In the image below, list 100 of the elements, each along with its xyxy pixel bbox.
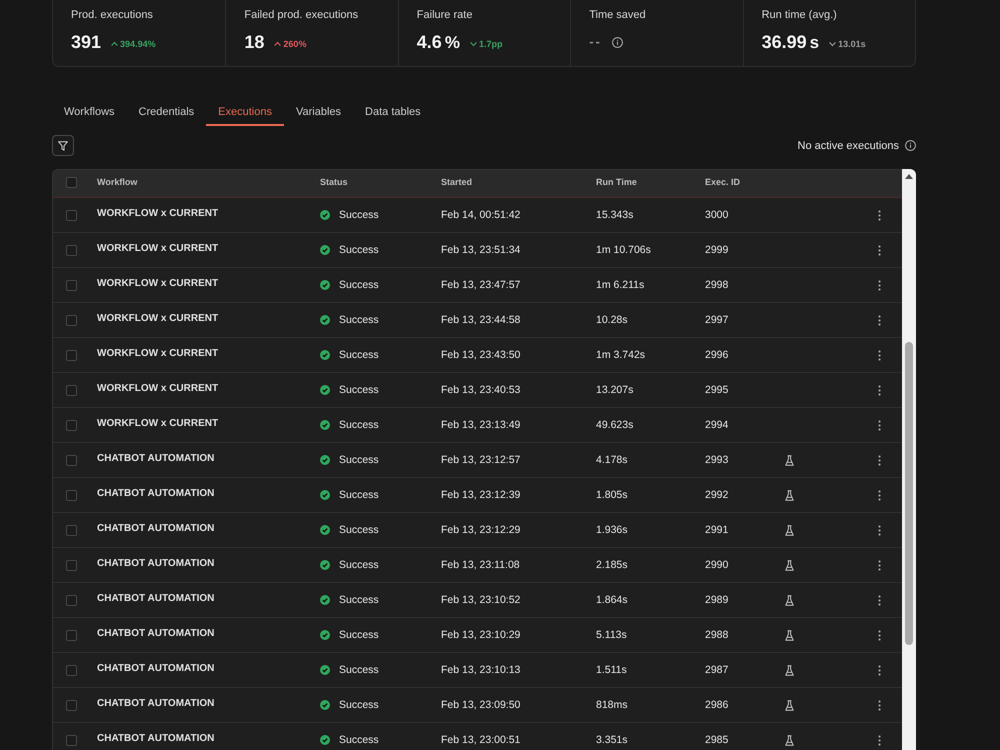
row-checkbox[interactable] (66, 280, 76, 290)
workflow-name: WORKFLOW x CURRENT (97, 418, 218, 429)
workflow-name: WORKFLOW x CURRENT (97, 278, 218, 289)
status-label: Success (339, 349, 379, 361)
more-options-icon[interactable] (878, 280, 881, 290)
workflow-name: CHATBOT AUTOMATION (97, 558, 214, 569)
workflow-name: WORKFLOW x CURRENT (97, 383, 218, 394)
workflow-name: CHATBOT AUTOMATION (97, 488, 214, 499)
started-time: Feb 13, 23:51:34 (441, 244, 520, 256)
trend-value: 1.7pp (478, 38, 502, 48)
workflow-name: WORKFLOW x CURRENT (97, 348, 218, 359)
column-header: Run Time (596, 177, 637, 187)
run-time: 1m 3.742s (596, 349, 646, 361)
tab[interactable]: Data tables (353, 100, 433, 126)
execution-id: 2986 (705, 699, 728, 711)
workflow-name: CHATBOT AUTOMATION (97, 698, 214, 709)
more-options-icon[interactable] (878, 314, 881, 326)
status-label: Success (339, 594, 379, 606)
tab[interactable]: Executions (206, 100, 284, 126)
stat-unit: % (444, 33, 460, 53)
execution-id: 2998 (705, 279, 728, 291)
stat-label: Prod. executions (71, 8, 154, 22)
tab[interactable]: Workflows (52, 100, 127, 126)
row-checkbox[interactable] (66, 594, 76, 606)
row-checkbox[interactable] (66, 490, 76, 500)
row-checkbox[interactable] (66, 244, 76, 256)
execution-id: 2985 (705, 734, 728, 746)
info-icon (612, 36, 623, 48)
execution-id: 2989 (705, 594, 728, 606)
row-checkbox[interactable] (66, 664, 76, 676)
workflow-name: WORKFLOW x CURRENT (97, 243, 218, 254)
scrollbar-thumb[interactable] (905, 342, 913, 645)
started-time: Feb 13, 23:11:08 (441, 559, 520, 571)
started-time: Feb 13, 23:43:50 (441, 349, 520, 361)
more-options-icon[interactable] (878, 524, 881, 536)
execution-id: 2997 (705, 314, 728, 326)
run-time: 1.511s (596, 664, 627, 676)
row-checkbox[interactable] (66, 384, 76, 396)
row-checkbox[interactable] (66, 210, 76, 220)
started-time: Feb 13, 23:10:13 (441, 664, 520, 676)
more-options-icon[interactable] (878, 594, 881, 606)
workflow-name: CHATBOT AUTOMATION (97, 593, 214, 604)
stat-value: 391 (71, 31, 102, 53)
row-checkbox[interactable] (66, 700, 76, 710)
tab[interactable]: Variables (284, 100, 354, 126)
row-checkbox[interactable] (66, 420, 76, 430)
more-options-icon[interactable] (878, 734, 881, 746)
workflow-name: CHATBOT AUTOMATION (97, 663, 214, 674)
run-time: 1.936s (596, 524, 628, 536)
row-checkbox[interactable] (66, 314, 76, 326)
started-time: Feb 13, 23:00:51 (441, 734, 520, 746)
run-time: 1.805s (596, 489, 628, 501)
run-time: 3.351s (596, 734, 628, 746)
info-icon (905, 140, 916, 151)
tab[interactable]: Credentials (126, 100, 206, 126)
execution-id: 2995 (705, 384, 728, 396)
run-time: 4.178s (596, 454, 628, 466)
row-checkbox[interactable] (66, 524, 76, 536)
row-checkbox[interactable] (66, 630, 76, 640)
more-options-icon[interactable] (878, 490, 881, 500)
more-options-icon[interactable] (878, 420, 881, 430)
more-options-icon[interactable] (878, 630, 881, 640)
row-checkbox[interactable] (66, 350, 76, 360)
status-label: Success (339, 419, 379, 431)
stat-unit: s (810, 33, 820, 53)
row-checkbox[interactable] (66, 734, 76, 746)
stat-label: Failed prod. executions (244, 8, 360, 22)
more-options-icon[interactable] (878, 210, 881, 220)
row-checkbox[interactable] (66, 560, 76, 570)
column-header: Exec. ID (705, 177, 740, 187)
stat-value: -- (589, 33, 602, 51)
more-options-icon[interactable] (878, 454, 881, 466)
row-checkbox[interactable] (66, 454, 76, 466)
status-label: Success (339, 734, 379, 746)
active-executions-status: No active executions (798, 140, 899, 152)
scroll-up-icon[interactable] (905, 174, 913, 179)
run-time: 10.28s (596, 314, 628, 326)
run-time: 1m 10.706s (596, 244, 651, 256)
started-time: Feb 13, 23:12:57 (441, 454, 520, 466)
status-label: Success (339, 209, 379, 221)
started-time: Feb 13, 23:10:29 (441, 629, 520, 641)
started-time: Feb 13, 23:10:52 (441, 594, 520, 606)
scrollbar-track[interactable] (902, 169, 916, 750)
more-options-icon[interactable] (878, 350, 881, 360)
filter-button[interactable] (52, 135, 74, 156)
more-options-icon[interactable] (878, 700, 881, 710)
select-all-checkbox[interactable] (66, 176, 76, 188)
run-time: 49.623s (596, 419, 634, 431)
started-time: Feb 13, 23:47:57 (441, 279, 520, 291)
more-options-icon[interactable] (878, 244, 881, 256)
more-options-icon[interactable] (878, 664, 881, 676)
status-label: Success (339, 699, 379, 711)
column-header: Status (320, 177, 348, 187)
execution-id: 2991 (705, 524, 728, 536)
more-options-icon[interactable] (878, 560, 881, 570)
stat-label: Time saved (589, 8, 647, 22)
run-time: 818ms (596, 699, 628, 711)
more-options-icon[interactable] (878, 384, 881, 396)
run-time: 1.864s (596, 594, 628, 606)
execution-id: 2992 (705, 489, 728, 501)
